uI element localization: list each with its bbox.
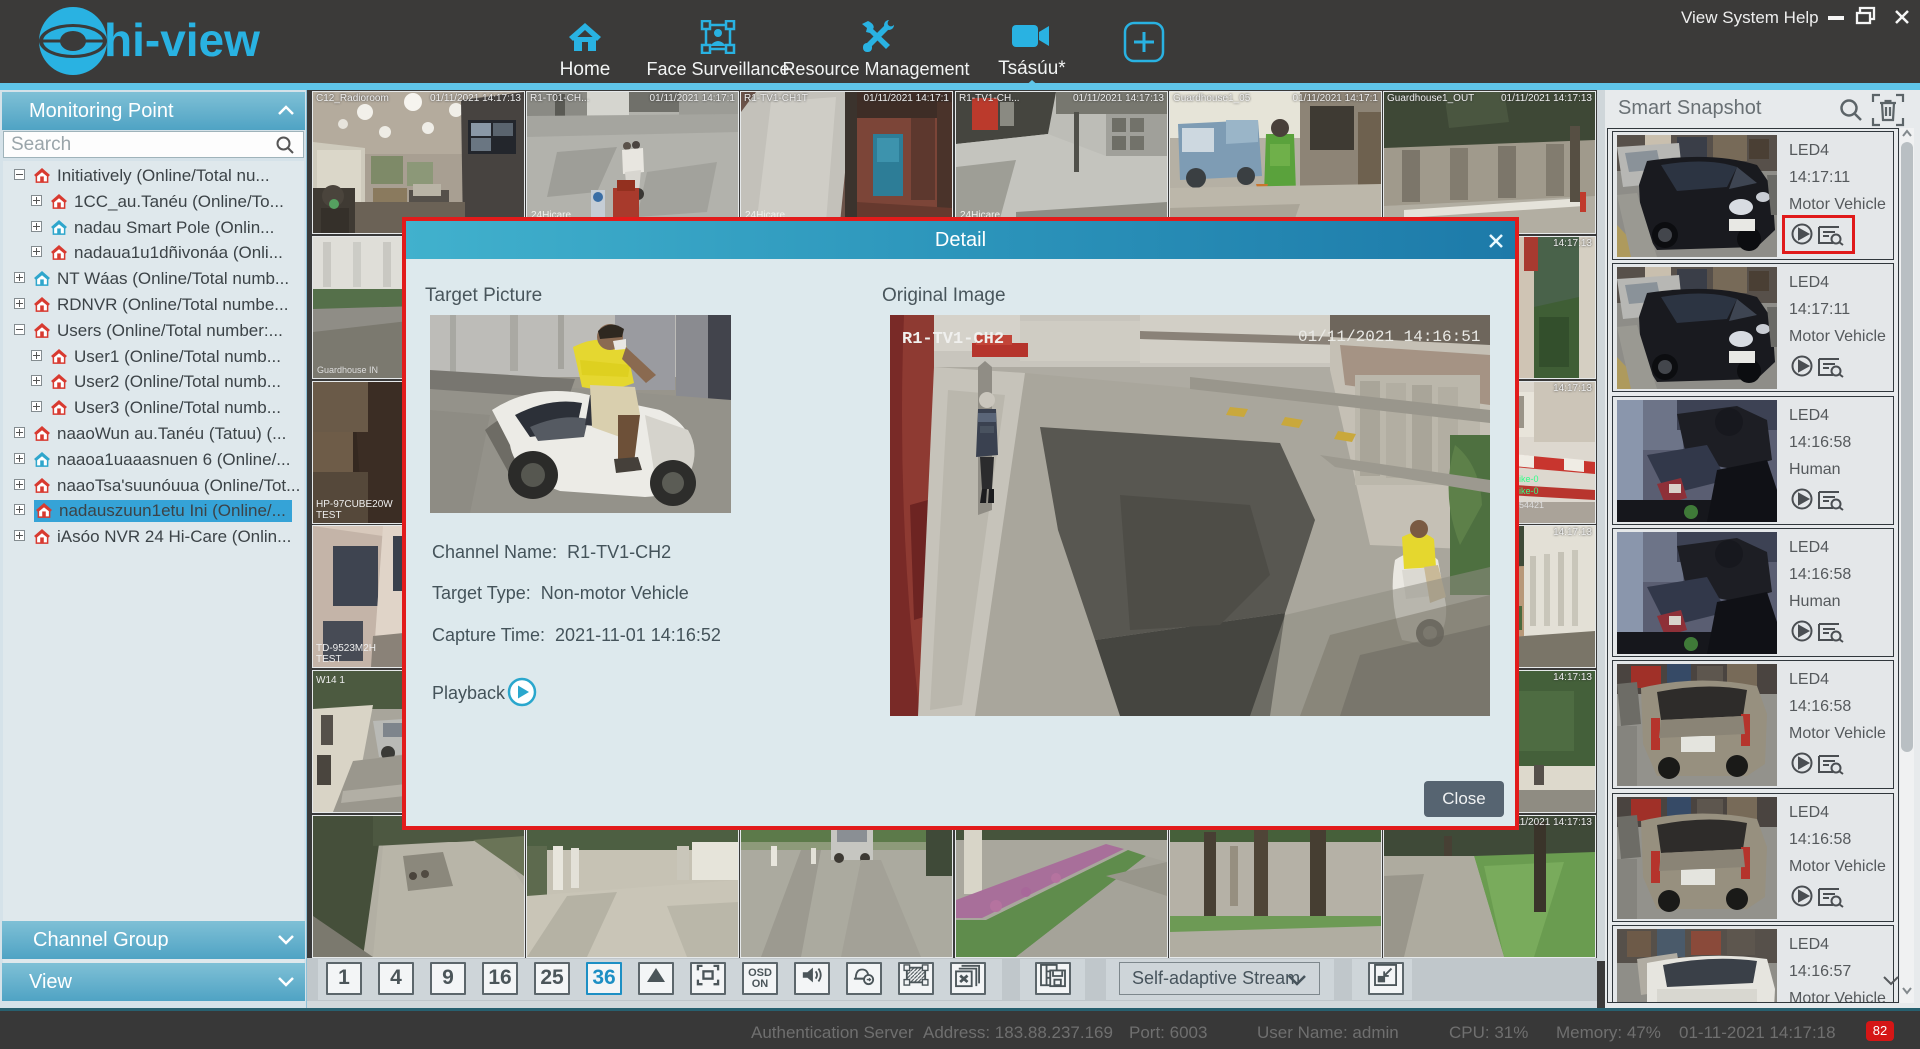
- svg-text:TEST: TEST: [316, 654, 342, 665]
- svg-text:TD-9523M2H: TD-9523M2H: [316, 643, 376, 654]
- svg-text:Guardhouse IN: Guardhouse IN: [317, 365, 378, 375]
- svg-text:hi-view: hi-view: [104, 14, 260, 66]
- svg-text:W14 1: W14 1: [316, 675, 345, 686]
- svg-text:01/11/2021 14:16:51: 01/11/2021 14:16:51: [1298, 328, 1480, 346]
- svg-text:HP-97CUBE20W: HP-97CUBE20W: [316, 499, 393, 510]
- svg-text:R1-TV1-CH2: R1-TV1-CH2: [902, 330, 1004, 349]
- svg-text:TEST: TEST: [316, 510, 342, 521]
